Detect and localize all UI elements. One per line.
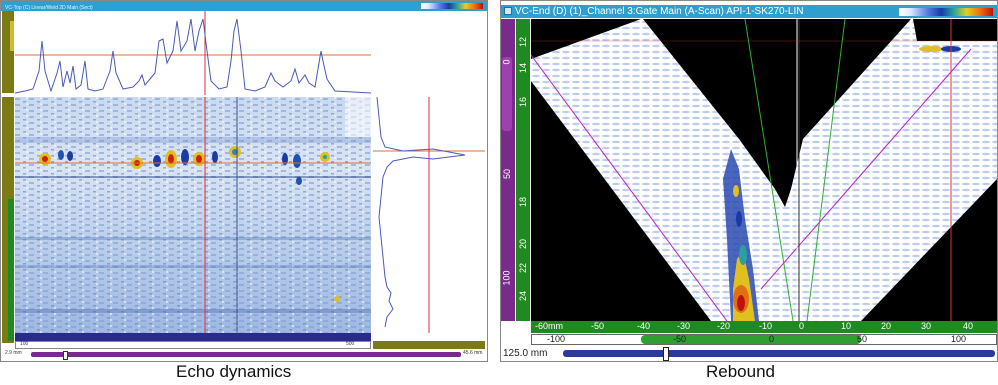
echo-dynamics-top-trace	[15, 11, 371, 95]
b-ruler-label-100: 100	[951, 334, 967, 344]
left-bottom-scale: 100 500	[15, 341, 371, 349]
echo-dynamics-side-trace	[373, 97, 485, 333]
b-ruler-label-50: 50	[857, 334, 868, 344]
left-top-ruler-accent	[10, 21, 14, 51]
right-title-icon	[504, 7, 512, 15]
c-scan-image[interactable]	[15, 97, 371, 333]
h-ruler-label-0: 0	[799, 321, 805, 331]
left-bottom-ruler[interactable]	[15, 333, 371, 341]
scan-mask-right-top	[913, 19, 997, 41]
v-ruler-label-12: 12	[518, 36, 529, 48]
h-ruler-label-20: 20	[881, 321, 892, 331]
left-title-bar[interactable]: VC-Top (C) Linear/Weld 2D Main (Sect)	[1, 1, 487, 11]
left-depth-start: 2.9 mm	[5, 350, 22, 356]
right-purple-ruler-highlight	[502, 57, 512, 131]
b-ruler-label-neg100: -100	[547, 334, 566, 344]
left-bottom-scale-start: 100	[20, 341, 29, 347]
sectorial-scan-image[interactable]	[531, 19, 997, 321]
v-ruler-label-18: 18	[518, 196, 529, 208]
caption-rebound: Rebound	[706, 362, 776, 381]
left-panel: VC-Top (C) Linear/Weld 2D Main (Sect) 10…	[0, 0, 488, 362]
v-ruler-label-22: 22	[518, 262, 529, 274]
left-main-ruler-active[interactable]	[8, 199, 14, 341]
left-scrollbar[interactable]	[31, 352, 461, 357]
left-side-bottom-ruler[interactable]	[373, 341, 485, 349]
right-range-label: 125.0 mm	[503, 348, 548, 359]
h-ruler-label-30: 30	[921, 321, 932, 331]
right-scrollbar[interactable]	[563, 350, 995, 357]
v-ruler-label-24: 24	[518, 290, 529, 302]
h-ruler-label-neg50: -50	[591, 321, 605, 331]
left-color-palette	[421, 3, 483, 9]
h-ruler-label-neg60: -60mm	[535, 321, 564, 331]
b-ruler-label-neg50: -50	[673, 334, 687, 344]
right-panel: VC-End (D) (1)_Channel 3:Gate Main (A-Sc…	[500, 0, 998, 362]
caption-echo-dynamics: Echo dynamics	[176, 362, 292, 381]
h-ruler-label-40: 40	[963, 321, 974, 331]
left-scrollbar-thumb[interactable]	[63, 351, 68, 360]
purple-ruler-label-0: 0	[501, 59, 512, 65]
right-scrollbar-thumb[interactable]	[663, 347, 669, 361]
v-ruler-label-20: 20	[518, 238, 529, 250]
purple-ruler-label-50: 50	[502, 168, 513, 180]
h-ruler-label-neg20: -20	[717, 321, 731, 331]
v-ruler-label-16: 16	[518, 96, 529, 108]
right-title-text: VC-End (D) (1)_Channel 3:Gate Main (A-Sc…	[515, 6, 804, 17]
b-ruler-label-0: 0	[769, 334, 775, 344]
h-ruler-label-neg40: -40	[637, 321, 651, 331]
h-ruler-label-neg30: -30	[677, 321, 691, 331]
h-ruler-label-10: 10	[841, 321, 852, 331]
left-bottom-scale-end: 500	[346, 341, 355, 347]
right-color-palette	[899, 8, 993, 16]
v-ruler-label-14: 14	[518, 62, 529, 74]
h-ruler-label-neg10: -10	[759, 321, 773, 331]
left-depth-end: 45.6 mm	[463, 350, 483, 356]
purple-ruler-label-100: 100	[501, 270, 512, 286]
